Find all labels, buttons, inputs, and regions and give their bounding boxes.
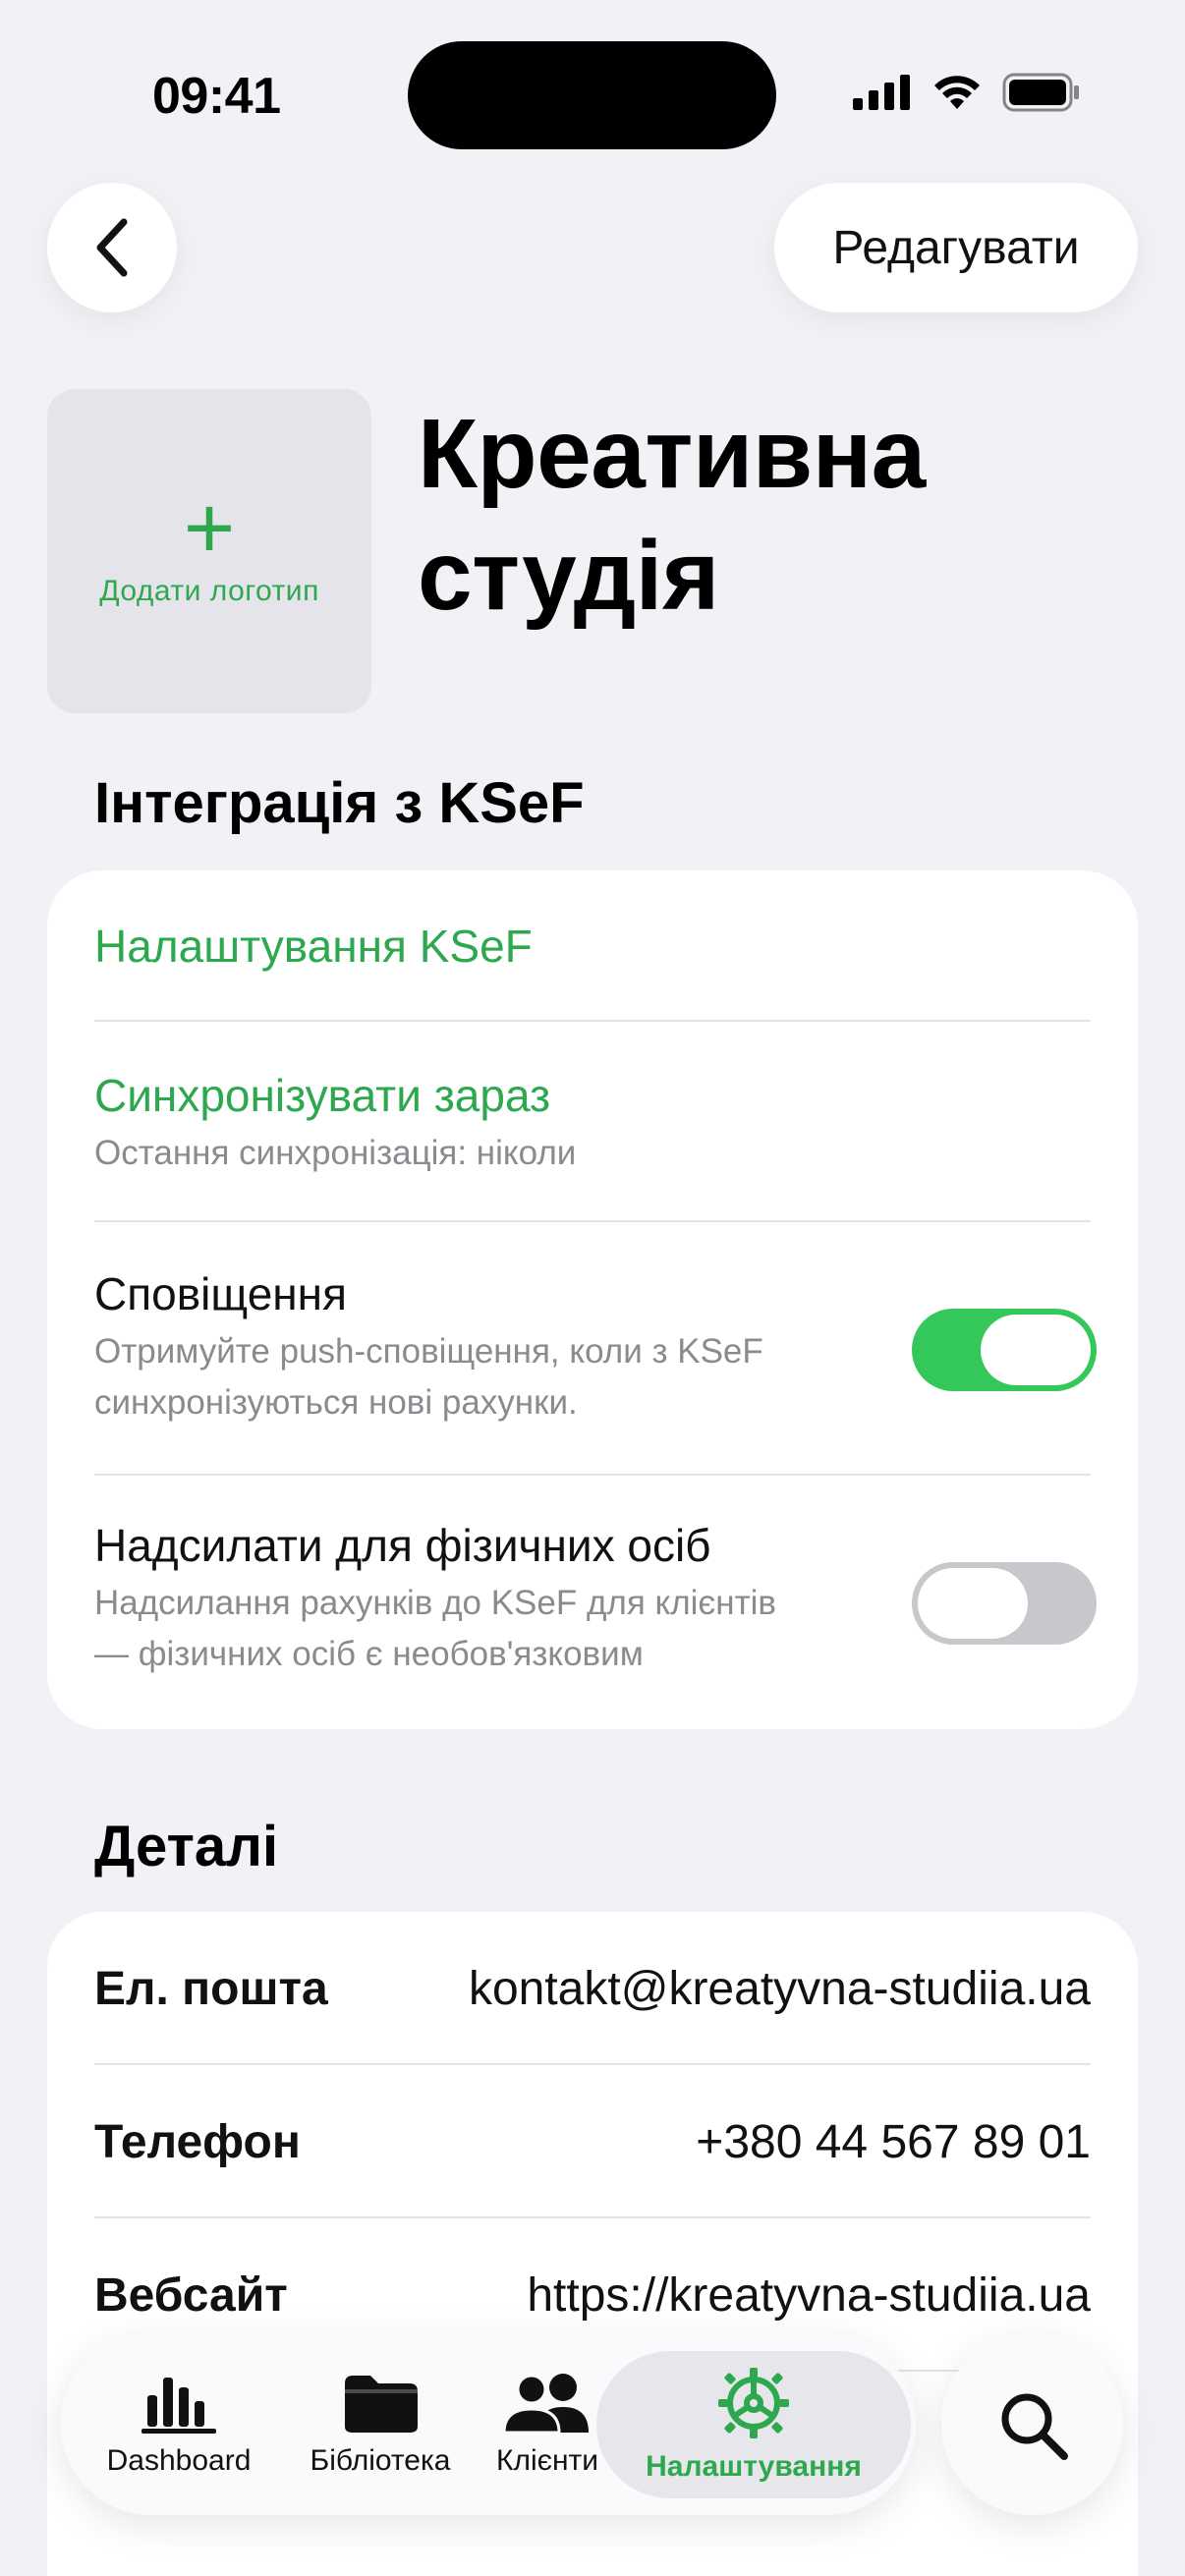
divider bbox=[94, 1220, 1091, 1222]
signal-icon bbox=[853, 75, 910, 110]
dynamic-island bbox=[408, 41, 776, 149]
email-label: Ел. пошта bbox=[94, 1962, 328, 2015]
notifications-sub-line2: синхронізуються нові рахунки. bbox=[94, 1383, 578, 1422]
add-logo-label: Додати логотип bbox=[99, 575, 319, 607]
ksef-settings-link[interactable]: Налаштування KSeF bbox=[94, 920, 1091, 973]
individuals-sub-line1: Надсилання рахунків до KSeF для клієнтів bbox=[94, 1584, 776, 1622]
status-time: 09:41 bbox=[152, 68, 281, 125]
notifications-sub-line1: Отримуйте push-сповіщення, коли з KSeF bbox=[94, 1332, 763, 1371]
email-value[interactable]: kontakt@kreatyvna-studiia.ua bbox=[469, 1962, 1091, 2016]
tab-clients[interactable]: Клієнти bbox=[483, 2333, 611, 2515]
tab-bar: Dashboard Бібліотека Клієнти Налаштуванн… bbox=[61, 2333, 916, 2515]
website-label: Вебсайт bbox=[94, 2268, 288, 2322]
phone-label: Телефон bbox=[94, 2115, 301, 2168]
ksef-card: Налаштування KSeF Синхронізувати зараз О… bbox=[47, 870, 1138, 1729]
last-sync-text: Остання синхронізація: ніколи bbox=[94, 1134, 577, 1172]
battery-icon bbox=[1002, 73, 1079, 112]
plus-icon: + bbox=[183, 479, 236, 578]
detail-row-phone[interactable]: Телефон +380 44 567 89 01 bbox=[94, 2110, 1091, 2173]
chart-bars-icon bbox=[141, 2377, 216, 2434]
individuals-row: Надсилати для фізичних осіб Надсилання р… bbox=[94, 1519, 882, 1680]
sync-row[interactable]: Синхронізувати зараз Остання синхронізац… bbox=[94, 1069, 1091, 1179]
individuals-sub-line2: — фізичних осіб є необов'язковим bbox=[94, 1635, 644, 1673]
tab-settings[interactable]: Налаштування bbox=[626, 2333, 881, 2515]
tab-library[interactable]: Бібліотека bbox=[297, 2333, 464, 2515]
tab-label: Налаштування bbox=[646, 2449, 862, 2483]
back-button[interactable] bbox=[47, 183, 177, 312]
chevron-left-icon bbox=[96, 218, 128, 277]
website-value[interactable]: https://kreatyvna-studiia.ua bbox=[527, 2268, 1091, 2323]
divider bbox=[94, 1020, 1091, 1022]
toggle-knob bbox=[981, 1315, 1091, 1385]
status-icons bbox=[853, 73, 1081, 112]
folder-icon bbox=[345, 2375, 418, 2433]
gear-icon bbox=[718, 2367, 789, 2438]
ksef-settings-row[interactable]: Налаштування KSeF bbox=[94, 920, 1091, 973]
detail-row-website[interactable]: Вебсайт https://kreatyvna-studiia.ua bbox=[94, 2264, 1091, 2326]
toggle-knob bbox=[918, 1568, 1028, 1639]
wifi-icon bbox=[934, 76, 980, 109]
edit-button[interactable]: Редагувати bbox=[774, 183, 1138, 312]
phone-value[interactable]: +380 44 567 89 01 bbox=[696, 2115, 1091, 2169]
detail-row-email[interactable]: Ел. пошта kontakt@kreatyvna-studiia.ua bbox=[94, 1957, 1091, 2020]
people-icon bbox=[502, 2373, 589, 2434]
sync-now-link[interactable]: Синхронізувати зараз bbox=[94, 1069, 1091, 1122]
details-section-title: Деталі bbox=[94, 1815, 279, 1878]
notifications-title: Сповіщення bbox=[94, 1268, 347, 1319]
add-logo-button[interactable]: + Додати логотип bbox=[47, 389, 371, 713]
individuals-toggle[interactable] bbox=[912, 1562, 1097, 1645]
search-icon bbox=[1001, 2393, 1068, 2460]
divider bbox=[94, 1474, 1091, 1476]
tab-label: Dashboard bbox=[106, 2443, 252, 2477]
notifications-row: Сповіщення Отримуйте push-сповіщення, ко… bbox=[94, 1267, 882, 1428]
tab-label: Бібліотека bbox=[310, 2443, 451, 2477]
company-name-line1: Креативна bbox=[418, 399, 926, 509]
company-name-line2: студія bbox=[418, 521, 719, 631]
tab-dashboard[interactable]: Dashboard bbox=[100, 2333, 257, 2515]
notifications-toggle[interactable] bbox=[912, 1309, 1097, 1391]
search-button[interactable] bbox=[941, 2333, 1123, 2515]
ksef-section-title: Інтеграція з KSeF bbox=[94, 771, 585, 835]
divider bbox=[94, 2063, 1091, 2065]
divider bbox=[94, 2216, 1091, 2218]
company-name: Креативна студія bbox=[418, 393, 1105, 637]
individuals-title: Надсилати для фізичних осіб bbox=[94, 1520, 711, 1571]
tab-label: Клієнти bbox=[495, 2443, 599, 2477]
